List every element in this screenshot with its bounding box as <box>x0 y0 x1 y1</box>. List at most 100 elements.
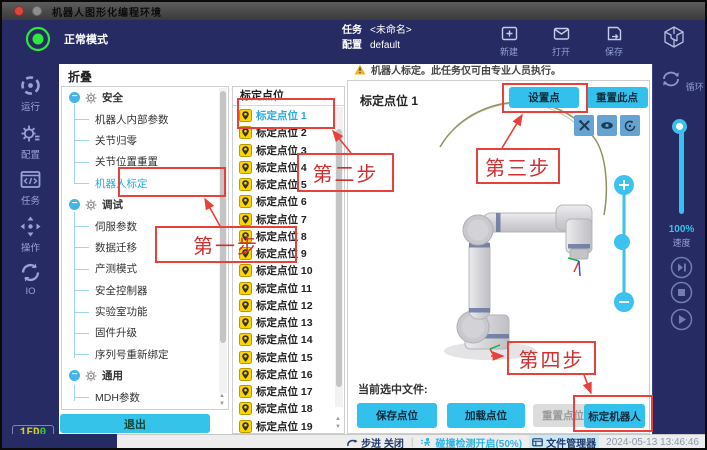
point-list-item[interactable]: 标定点位 2 <box>233 124 335 141</box>
calibrate-robot-button[interactable]: 标定机器人 <box>584 404 645 428</box>
point-list-item[interactable]: 标定点位 15 <box>233 349 335 366</box>
points-header: 标定点位 <box>233 87 344 106</box>
cube-3d-icon[interactable] <box>661 24 687 55</box>
point-list-item[interactable]: 标定点位 11 <box>233 280 335 297</box>
pin-icon <box>239 333 252 346</box>
rotate-icon <box>623 119 637 133</box>
save-button[interactable]: 保存 <box>592 24 636 58</box>
tree-item[interactable]: 安全控制器 <box>62 280 228 301</box>
collision-detect-status[interactable]: 碰撞检测开启(50%) <box>420 435 522 450</box>
point-label: 标定点位 17 <box>256 384 313 399</box>
speed-slider-track[interactable] <box>679 126 684 214</box>
speed-label: 速度 <box>653 236 707 249</box>
point-list-item[interactable]: 标定点位 19 <box>233 418 335 434</box>
sidebar-item-operate[interactable]: 操作 <box>2 215 59 254</box>
tree-scroll-arrows[interactable]: ▲▼ <box>217 392 227 408</box>
save-points-button[interactable]: 保存点位 <box>357 403 437 428</box>
stop-button[interactable] <box>653 281 707 304</box>
point-list-item[interactable]: 标定点位 5 <box>233 176 335 193</box>
save-icon <box>605 24 624 43</box>
points-panel: 标定点位 标定点位 1标定点位 2标定点位 3标定点位 4标定点位 5标定点位 … <box>232 86 345 434</box>
point-list-item[interactable]: 标定点位 3 <box>233 142 335 159</box>
point-list-item[interactable]: 标定点位 6 <box>233 193 335 210</box>
tree-item-label: MDH参数 <box>95 390 140 405</box>
step-icon <box>346 437 358 448</box>
point-list-item[interactable]: 标定点位 18 <box>233 400 335 417</box>
new-button[interactable]: 新建 <box>487 24 531 58</box>
tree-item[interactable]: −调试 <box>62 194 228 215</box>
point-list-item[interactable]: 标定点位 12 <box>233 297 335 314</box>
zoom-slider-handle[interactable] <box>614 234 630 250</box>
sidebar-item-config[interactable]: 配置 <box>2 122 59 161</box>
loop-label: 循环 <box>686 82 704 92</box>
points-scrollbar[interactable] <box>335 107 343 407</box>
statusbar: 步进 关闭 | 碰撞检测开启(50%) 文件管理器 2024-05-13 13:… <box>117 434 707 450</box>
speed-slider-handle[interactable] <box>672 119 687 134</box>
point-list-item[interactable]: 标定点位 1 <box>233 107 335 124</box>
point-list-item[interactable]: 标定点位 10 <box>233 262 335 279</box>
tree-item[interactable]: 序列号重新绑定 <box>62 344 228 365</box>
tree-item[interactable]: 关节位置重置 <box>62 151 228 172</box>
loop-control[interactable]: 循环 <box>653 68 707 93</box>
points-scroll-arrows[interactable]: ▲▼ <box>333 415 343 431</box>
tree-item[interactable]: 机器人内部参数 <box>62 108 228 129</box>
timestamp: 2024-05-13 13:46:46 <box>606 437 699 448</box>
tree-item-label: 数据迁移 <box>95 240 137 255</box>
tree-item[interactable]: 产测模式 <box>62 258 228 279</box>
point-label: 标定点位 19 <box>256 419 313 433</box>
point-list-item[interactable]: 标定点位 8 <box>233 228 335 245</box>
tree-item-label: 通用 <box>102 368 123 383</box>
close-window-icon[interactable] <box>14 6 24 16</box>
sidebar-item-run[interactable]: 运行 <box>2 74 59 113</box>
point-label: 标定点位 11 <box>256 281 312 296</box>
tree-item[interactable]: MDH参数 <box>62 386 228 407</box>
tree-item-label: 实验室功能 <box>95 304 148 319</box>
topbar: 正常模式 任务<未命名> 配置default 新建 打开 保存 <box>2 20 705 64</box>
minimize-window-icon[interactable] <box>32 6 42 16</box>
tree-item-label: 机器人标定 <box>95 176 148 191</box>
file-manager-status[interactable]: 文件管理器 <box>529 435 599 450</box>
point-list-item[interactable]: 标定点位 17 <box>233 383 335 400</box>
point-list-item[interactable]: 标定点位 7 <box>233 211 335 228</box>
collapse-minus-icon[interactable]: − <box>69 370 80 381</box>
point-list-item[interactable]: 标定点位 13 <box>233 314 335 331</box>
open-button[interactable]: 打开 <box>539 24 583 58</box>
play-button[interactable] <box>653 308 707 331</box>
step-text: 步进 关闭 <box>361 435 404 450</box>
set-point-button[interactable]: 设置点 <box>509 87 579 108</box>
file-manager-text: 文件管理器 <box>546 435 596 450</box>
tree-item[interactable]: 实验室功能 <box>62 301 228 322</box>
point-list-item[interactable]: 标定点位 4 <box>233 159 335 176</box>
tree-item[interactable]: 伺服参数 <box>62 215 228 236</box>
gear-icon <box>85 370 97 382</box>
collapse-minus-icon[interactable]: − <box>69 199 80 210</box>
tools-button[interactable] <box>574 115 594 136</box>
reset-this-point-button[interactable]: 重置此点 <box>586 87 648 108</box>
tree-item[interactable]: 机器人标定 <box>62 173 228 194</box>
tree-item[interactable]: 数据迁移 <box>62 237 228 258</box>
load-points-button[interactable]: 加载点位 <box>447 403 525 428</box>
pin-icon <box>239 230 252 243</box>
collapse-minus-icon[interactable]: − <box>69 92 80 103</box>
point-label: 标定点位 1 <box>256 108 307 123</box>
fold-header[interactable]: 折叠 <box>68 68 92 85</box>
sidebar-item-task[interactable]: 任务 <box>2 168 59 207</box>
step-forward-button[interactable] <box>653 256 707 279</box>
tree-item[interactable]: − 通用 <box>62 365 228 386</box>
tree-item[interactable]: 固件升级 <box>62 322 228 343</box>
tree-item[interactable]: 关节归零 <box>62 130 228 151</box>
visibility-button[interactable] <box>597 115 617 136</box>
sidebar-item-io[interactable]: IO <box>2 261 59 297</box>
point-list-item[interactable]: 标定点位 16 <box>233 366 335 383</box>
mode-indicator: 正常模式 <box>24 25 108 53</box>
tree-scrollbar[interactable] <box>219 88 227 393</box>
exit-button[interactable]: 退出 <box>60 414 210 433</box>
point-list-item[interactable]: 标定点位 14 <box>233 331 335 348</box>
app-window: 机器人图形化编程环境 正常模式 任务<未命名> 配置default 新建 <box>0 0 707 450</box>
gear-icon <box>85 199 97 211</box>
tree-item[interactable]: −安全 <box>62 87 228 108</box>
rotate-view-button[interactable] <box>620 115 640 136</box>
step-mode-status[interactable]: 步进 关闭 <box>346 435 404 450</box>
point-list-item[interactable]: 标定点位 9 <box>233 245 335 262</box>
mode-label: 正常模式 <box>64 31 108 47</box>
